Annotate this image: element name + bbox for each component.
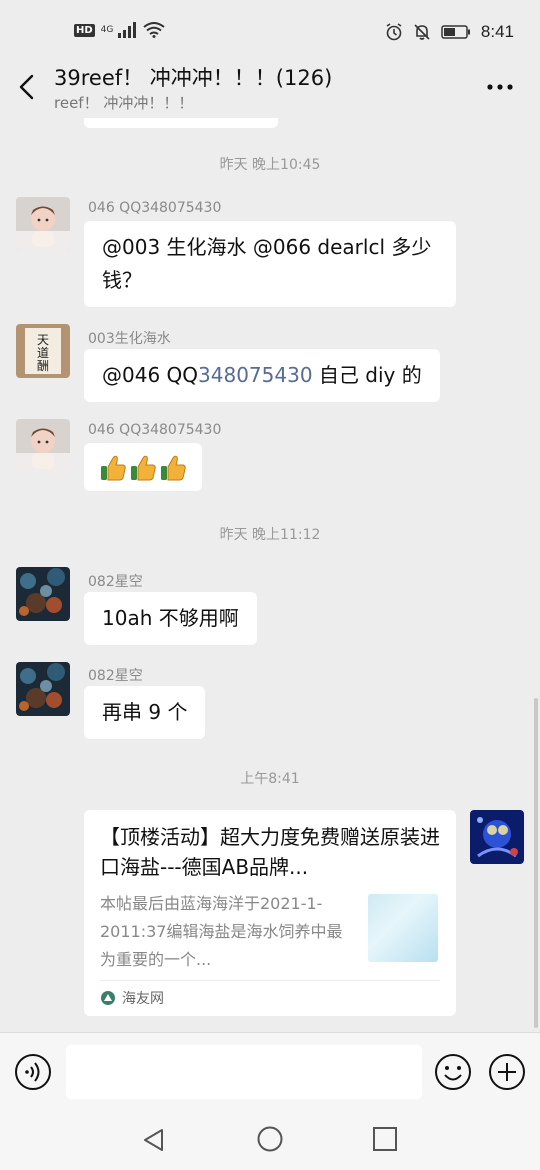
svg-text:天: 天: [37, 333, 49, 347]
sender-name: 082星空: [88, 668, 143, 684]
mute-bell-icon: [414, 24, 430, 40]
svg-text:道: 道: [37, 346, 49, 360]
scrollbar[interactable]: [534, 698, 538, 1028]
aquarium-avatar-icon: [470, 810, 524, 864]
message-bubble[interactable]: 10ah 不够用啊: [84, 592, 257, 645]
avatar[interactable]: [16, 197, 70, 251]
wifi-icon: [143, 22, 165, 38]
system-nav-bar: [0, 1110, 540, 1170]
sender-name: 003生化海水: [88, 331, 171, 347]
message-text: 10ah 不够用啊: [102, 606, 239, 630]
calligraphy-avatar-icon: 天 道 酬: [16, 324, 70, 378]
source-name: 海友网: [122, 991, 164, 1007]
clock: 8:41: [480, 22, 514, 41]
more-options-icon[interactable]: [486, 82, 514, 92]
emoji-icon[interactable]: [434, 1053, 472, 1091]
sender-name: 046 QQ348075430: [88, 200, 222, 216]
link-card-thumbnail: [368, 894, 438, 962]
phone-number-link[interactable]: 348075430: [198, 363, 313, 387]
link-card-source: 海友网: [100, 988, 164, 1008]
message-bubble[interactable]: @046 QQ348075430 自己 diy 的: [84, 349, 440, 402]
signal-icon: [118, 22, 137, 38]
more-actions-plus-icon[interactable]: [488, 1053, 526, 1091]
message-text: 再串 9 个: [102, 700, 188, 724]
message-bubble[interactable]: @003 生化海水 @066 dearlcl 多少钱？: [84, 221, 456, 307]
message-bubble[interactable]: 再串 9 个: [84, 686, 206, 739]
sender-name: 082星空: [88, 574, 143, 590]
link-card-description: 本帖最后由蓝海海洋于2021-1-2011:37编辑海盐是海水饲养中最为重要的一…: [100, 894, 343, 969]
avatar[interactable]: [16, 662, 70, 716]
link-card-title: 【顶楼活动】超大力度免费赠送原装进口海盐---德国AB品牌...: [100, 825, 440, 879]
previous-message-bubble[interactable]: [84, 118, 278, 128]
reef-avatar-icon: [16, 567, 70, 621]
thumbs-up-icon: [101, 455, 126, 481]
timestamp: 上午8:41: [240, 771, 300, 787]
message-bubble[interactable]: [84, 443, 202, 491]
svg-text:酬: 酬: [37, 359, 49, 373]
status-left: HD 4G: [74, 22, 165, 38]
chat-title: 39reef！ 冲冲冲！！！(126): [54, 66, 333, 90]
message-text-prefix: @046 QQ: [102, 363, 199, 387]
status-right: 8:41: [385, 22, 514, 42]
input-bar: [0, 1032, 540, 1110]
nav-home-icon[interactable]: [256, 1125, 284, 1153]
chat-header: 39reef！ 冲冲冲！！！(126) reef！ 冲冲冲！！！: [0, 58, 540, 118]
source-logo-icon: [101, 991, 115, 1005]
baby-avatar-icon: [16, 419, 70, 473]
message-input[interactable]: [66, 1045, 422, 1099]
message-text-suffix: 自己 diy 的: [312, 363, 422, 387]
status-bar: HD 4G 8:41: [0, 0, 540, 58]
link-card[interactable]: 【顶楼活动】超大力度免费赠送原装进口海盐---德国AB品牌... 本帖最后由蓝海…: [84, 810, 456, 1016]
timestamp: 昨天 晚上10:45: [219, 157, 321, 173]
baby-avatar-icon: [16, 197, 70, 251]
back-arrow-icon[interactable]: [14, 72, 42, 102]
avatar[interactable]: 天 道 酬: [16, 324, 70, 378]
sender-name: 046 QQ348075430: [88, 422, 222, 438]
hd-badge: HD: [74, 23, 95, 37]
message-text: @003 生化海水 @066 dearlcl 多少钱？: [102, 235, 432, 292]
timestamp: 昨天 晚上11:12: [219, 527, 321, 543]
avatar[interactable]: [16, 567, 70, 621]
message-list[interactable]: 昨天 晚上10:45 046 QQ348075430 @003 生化海水 @06…: [0, 118, 540, 1032]
thumbs-up-icon: [131, 455, 156, 481]
my-avatar[interactable]: [470, 810, 524, 864]
reef-avatar-icon: [16, 662, 70, 716]
network-type: 4G: [100, 25, 114, 35]
chat-subtitle: reef！ 冲冲冲！！！: [54, 94, 194, 112]
thumbs-up-emoji-group: [100, 452, 186, 482]
voice-input-icon[interactable]: [14, 1053, 52, 1091]
nav-back-icon[interactable]: [140, 1126, 168, 1154]
thumbs-up-icon: [161, 455, 186, 481]
battery-icon: [441, 25, 470, 39]
divider: [100, 980, 440, 981]
alarm-icon: [386, 23, 402, 41]
nav-recent-apps-icon[interactable]: [372, 1126, 398, 1152]
avatar[interactable]: [16, 419, 70, 473]
